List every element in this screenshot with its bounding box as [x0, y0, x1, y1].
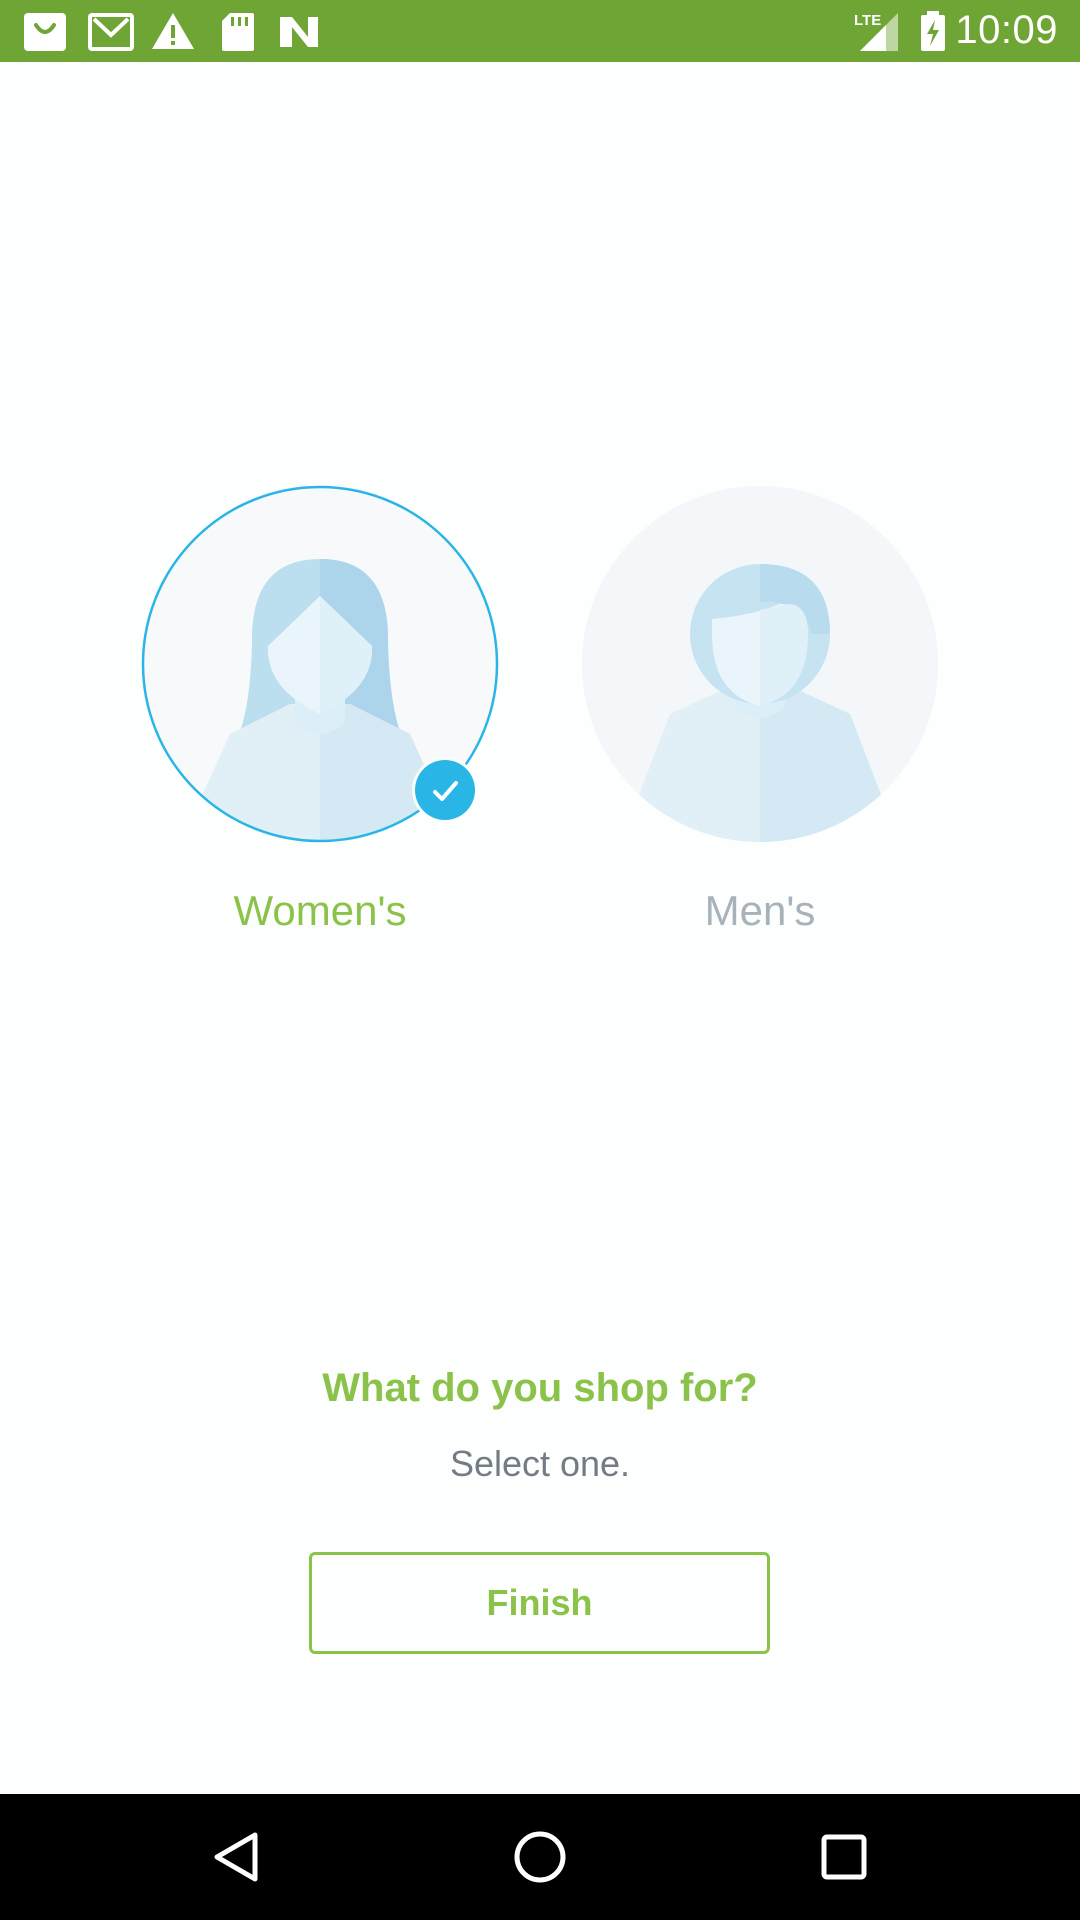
back-icon[interactable] — [207, 1827, 267, 1887]
svg-text:LTE: LTE — [854, 12, 881, 29]
womens-label[interactable]: Women's — [140, 887, 500, 935]
question-heading: What do you shop for? — [322, 1366, 758, 1410]
status-time: 10:09 — [955, 8, 1058, 52]
womens-option[interactable] — [140, 484, 500, 844]
check-badge — [415, 760, 475, 820]
warning-icon — [150, 9, 196, 53]
lte-signal-icon: LTE — [852, 9, 902, 53]
mens-avatar — [582, 486, 938, 842]
gmail-icon — [88, 9, 134, 53]
battery-charging-icon — [918, 9, 948, 53]
mens-label[interactable]: Men's — [580, 887, 940, 935]
navigation-bar — [0, 1794, 1080, 1920]
finish-button[interactable]: Finish — [309, 1552, 770, 1654]
womens-avatar — [141, 485, 499, 843]
sd-card-icon — [214, 9, 260, 53]
status-bar: LTE 10:09 — [0, 0, 1080, 62]
subtitle-text: Select one. — [449, 1443, 631, 1484]
n-icon — [276, 9, 322, 53]
mens-option[interactable] — [580, 484, 940, 844]
recents-icon[interactable] — [814, 1827, 874, 1887]
home-icon[interactable] — [510, 1827, 570, 1887]
shopping-bag-icon — [22, 9, 68, 53]
main-content: Women's Men's What do you shop for? Sele… — [0, 62, 1080, 1794]
